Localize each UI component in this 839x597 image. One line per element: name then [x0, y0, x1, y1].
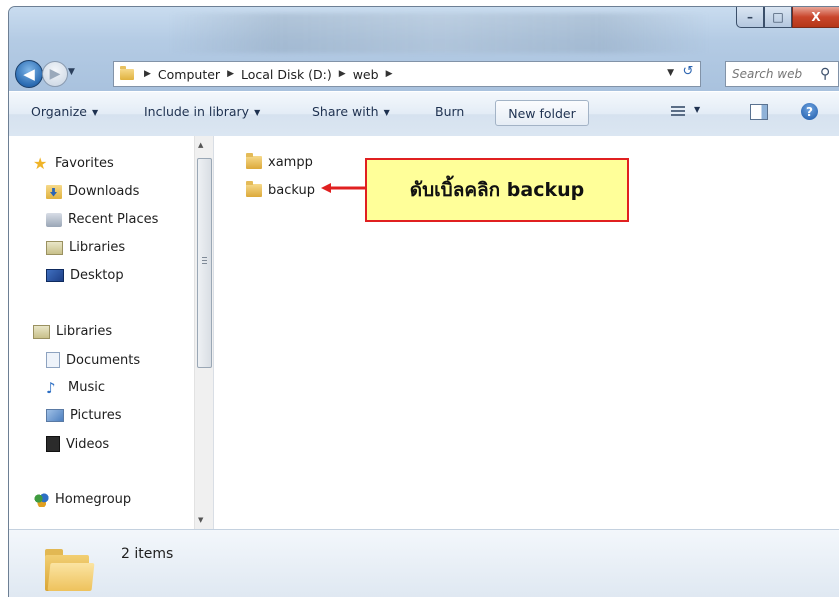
address-bar[interactable]: ▶ Computer ▶ Local Disk (D:) ▶ web ▶ ▼ ↺ — [113, 61, 701, 87]
navigation-row: ◀ ▶ ▼ ▶ Computer ▶ Local Disk (D:) ▶ web… — [9, 55, 839, 88]
preview-pane-icon[interactable] — [750, 104, 768, 120]
chevron-down-icon: ▼ — [92, 108, 99, 117]
list-item[interactable]: xampp — [246, 153, 313, 170]
new-folder-button[interactable]: New folder — [495, 100, 589, 126]
include-in-library-button[interactable]: Include in library ▼ — [144, 104, 260, 119]
help-icon[interactable]: ? — [801, 103, 818, 120]
sidebar-item-documents[interactable]: Documents — [46, 352, 140, 368]
sidebar-item-label: Desktop — [70, 268, 124, 283]
include-in-library-label: Include in library — [144, 104, 250, 119]
sidebar-item-downloads[interactable]: Downloads — [46, 184, 139, 199]
background-blur — [169, 13, 709, 53]
desktop-icon — [46, 269, 64, 282]
breadcrumb-web[interactable]: web — [353, 67, 379, 82]
sidebar-item-label: Libraries — [56, 324, 113, 339]
sidebar-item-homegroup[interactable]: Homegroup — [33, 492, 131, 507]
search-box[interactable]: ⚲ — [725, 61, 839, 87]
details-pane: 2 items — [9, 529, 839, 597]
breadcrumb-computer[interactable]: Computer — [158, 67, 220, 82]
breadcrumb-separator[interactable]: ▶ — [339, 69, 346, 79]
annotation-arrow-icon — [321, 183, 365, 193]
sidebar-item-label: Favorites — [55, 156, 114, 171]
videos-icon — [46, 436, 60, 452]
title-bar: – □ X ◀ ▶ ▼ ▶ Computer ▶ Local Disk (D:)… — [9, 7, 839, 91]
libraries-icon — [33, 324, 50, 339]
sidebar-item-label: Music — [68, 380, 105, 395]
view-options-chevron-icon[interactable]: ▼ — [694, 105, 700, 114]
scroll-down-icon[interactable]: ▼ — [198, 516, 203, 524]
sidebar-item-pictures[interactable]: Pictures — [46, 408, 121, 423]
sidebar-item-label: Recent Places — [68, 212, 159, 227]
breadcrumb-separator[interactable]: ▶ — [386, 69, 393, 79]
share-with-button[interactable]: Share with ▼ — [312, 104, 390, 119]
minimize-button[interactable]: – — [736, 7, 764, 28]
search-icon[interactable]: ⚲ — [820, 66, 830, 82]
list-item[interactable]: backup — [246, 181, 315, 198]
search-input[interactable] — [726, 66, 820, 82]
share-with-label: Share with — [312, 104, 379, 119]
sidebar-item-libraries[interactable]: Libraries — [33, 324, 112, 339]
sidebar-item-libraries-fav[interactable]: Libraries — [46, 240, 125, 255]
folder-large-icon — [45, 549, 95, 591]
organize-label: Organize — [31, 104, 87, 119]
refresh-icon[interactable]: ↺ — [678, 64, 698, 82]
documents-icon — [46, 352, 60, 368]
sidebar-item-favorites[interactable]: ★ Favorites — [33, 153, 114, 173]
breadcrumb-separator: ▶ — [144, 69, 151, 79]
file-name: xampp — [268, 155, 313, 170]
scroll-up-icon[interactable]: ▲ — [198, 141, 203, 149]
chevron-down-icon: ▼ — [254, 108, 261, 117]
sidebar-item-label: Pictures — [70, 408, 122, 423]
item-count: 2 items — [121, 546, 174, 562]
folder-icon — [246, 153, 262, 169]
history-dropdown[interactable]: ▼ — [68, 67, 75, 77]
breadcrumb-separator[interactable]: ▶ — [227, 69, 234, 79]
folder-icon — [246, 181, 262, 197]
window-controls: – □ X — [736, 7, 839, 29]
address-dropdown-icon[interactable]: ▼ — [667, 68, 674, 78]
scrollbar-thumb[interactable] — [197, 158, 212, 368]
sidebar-item-label: Libraries — [69, 240, 126, 255]
sidebar-item-recent-places[interactable]: Recent Places — [46, 212, 158, 227]
explorer-window: – □ X ◀ ▶ ▼ ▶ Computer ▶ Local Disk (D:)… — [8, 6, 839, 597]
navigation-pane: ★ Favorites Downloads Recent Places Libra… — [9, 136, 194, 529]
annotation-callout: ดับเบิ้ลคลิก backup — [365, 158, 629, 222]
homegroup-icon — [33, 492, 49, 507]
file-name: backup — [268, 183, 315, 198]
grip-icon — [202, 255, 207, 266]
maximize-button[interactable]: □ — [764, 7, 792, 28]
chevron-down-icon: ▼ — [383, 108, 390, 117]
sidebar-item-videos[interactable]: Videos — [46, 436, 109, 452]
sidebar-item-label: Documents — [66, 352, 141, 368]
music-icon: ♪ — [46, 378, 56, 397]
folder-icon — [120, 65, 134, 80]
navigation-scrollbar[interactable]: ▲ ▼ — [194, 136, 213, 529]
sidebar-item-desktop[interactable]: Desktop — [46, 268, 124, 283]
sidebar-item-label: Homegroup — [55, 492, 132, 507]
star-icon: ★ — [33, 153, 48, 173]
sidebar-item-label: Videos — [66, 436, 110, 452]
organize-button[interactable]: Organize ▼ — [31, 104, 98, 119]
sidebar-item-label: Downloads — [68, 184, 140, 199]
downloads-icon — [46, 184, 62, 199]
breadcrumb: ▶ Computer ▶ Local Disk (D:) ▶ web ▶ — [140, 67, 399, 82]
back-button[interactable]: ◀ — [15, 60, 43, 88]
command-bar: Organize ▼ Include in library ▼ Share with… — [9, 91, 839, 137]
recent-places-icon — [46, 212, 62, 227]
breadcrumb-local-disk[interactable]: Local Disk (D:) — [241, 67, 332, 82]
libraries-icon — [46, 240, 63, 255]
burn-button[interactable]: Burn — [435, 104, 464, 119]
forward-button[interactable]: ▶ — [42, 61, 68, 87]
close-button[interactable]: X — [792, 7, 839, 28]
change-view-icon[interactable] — [671, 104, 685, 118]
sidebar-item-music[interactable]: ♪ Music — [46, 380, 105, 395]
pictures-icon — [46, 409, 64, 422]
